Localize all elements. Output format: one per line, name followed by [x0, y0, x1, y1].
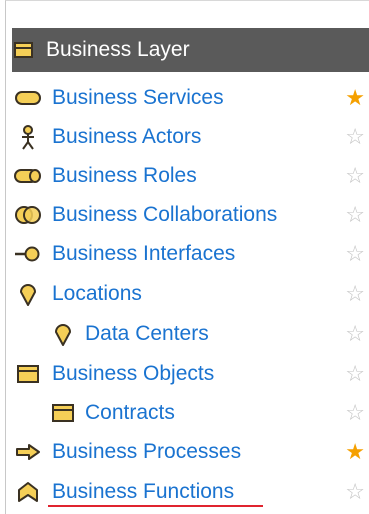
section-header[interactable]: Business Layer [12, 28, 369, 72]
nav-item-label[interactable]: Business Roles [52, 164, 197, 188]
nav-item-business-collaborations[interactable]: Business Collaborations ☆ [0, 199, 369, 231]
favorite-star-icon[interactable]: ☆ [345, 363, 365, 385]
business-object-icon [45, 399, 81, 427]
process-icon [10, 438, 46, 466]
section-title: Business Layer [46, 38, 190, 61]
favorite-star-icon[interactable]: ★ [345, 87, 365, 109]
nav-item-business-objects[interactable]: Business Objects ☆ [0, 358, 369, 390]
favorite-star-icon[interactable]: ☆ [345, 283, 365, 305]
nav-item-label[interactable]: Locations [52, 282, 142, 306]
service-icon [10, 84, 46, 112]
favorite-star-icon[interactable]: ☆ [345, 323, 365, 345]
favorite-star-icon[interactable]: ☆ [345, 204, 365, 226]
selected-underline [48, 505, 263, 507]
favorite-star-icon[interactable]: ☆ [345, 402, 365, 424]
nav-item-label[interactable]: Business Objects [52, 362, 214, 386]
nav-item-business-roles[interactable]: Business Roles ☆ [0, 160, 369, 192]
favorite-star-icon[interactable]: ☆ [345, 481, 365, 503]
favorite-star-icon[interactable]: ☆ [345, 243, 365, 265]
nav-item-label[interactable]: Business Collaborations [52, 203, 277, 227]
business-object-icon [10, 360, 46, 388]
favorite-star-icon[interactable]: ★ [345, 441, 365, 463]
nav-item-label[interactable]: Contracts [85, 401, 175, 425]
nav-item-data-centers[interactable]: Data Centers ☆ [0, 318, 369, 350]
nav-item-locations[interactable]: Locations ☆ [0, 278, 369, 310]
nav-item-label[interactable]: Business Functions [52, 480, 234, 504]
nav-item-business-functions[interactable]: Business Functions ☆ [0, 476, 369, 508]
nav-item-business-processes[interactable]: Business Processes ★ [0, 436, 369, 468]
nav-item-contracts[interactable]: Contracts ☆ [0, 397, 369, 429]
interface-icon [10, 240, 46, 268]
role-icon [10, 162, 46, 190]
nav-item-label[interactable]: Business Actors [52, 125, 201, 149]
location-icon [10, 280, 46, 308]
nav-item-label[interactable]: Business Services [52, 86, 224, 110]
actor-icon [10, 123, 46, 151]
collaboration-icon [10, 201, 46, 229]
business-object-icon [14, 41, 36, 59]
nav-item-label[interactable]: Data Centers [85, 322, 209, 346]
nav-item-label[interactable]: Business Processes [52, 440, 241, 464]
nav-item-business-services[interactable]: Business Services ★ [0, 82, 369, 114]
nav-item-business-actors[interactable]: Business Actors ☆ [0, 121, 369, 153]
favorite-star-icon[interactable]: ☆ [345, 165, 365, 187]
nav-item-business-interfaces[interactable]: Business Interfaces ☆ [0, 238, 369, 270]
location-icon [45, 320, 81, 348]
nav-item-label[interactable]: Business Interfaces [52, 242, 235, 266]
favorite-star-icon[interactable]: ☆ [345, 126, 365, 148]
function-icon [10, 478, 46, 506]
